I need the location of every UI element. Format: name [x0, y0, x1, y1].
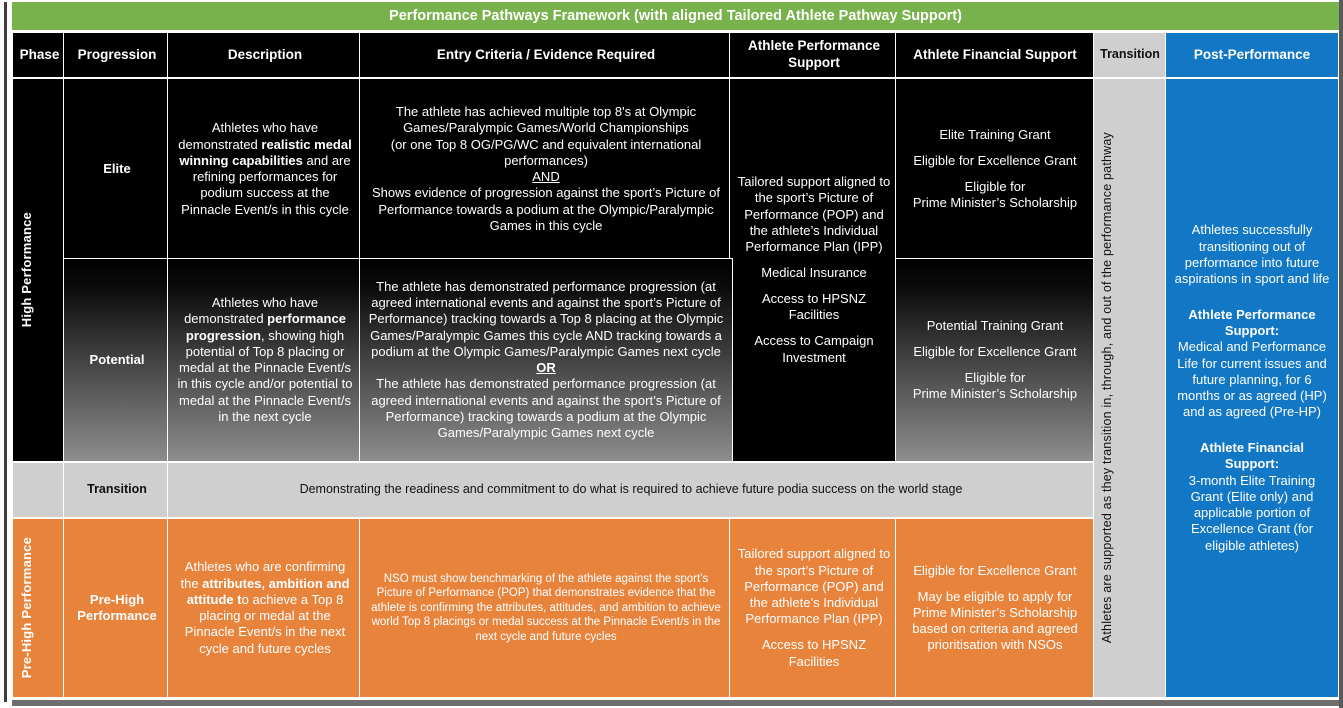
elite-criteria-line2: (or one Top 8 OG/PG/WC and equivalent in…	[390, 136, 702, 168]
potential-financial-excellence: Eligible for Excellence Grant	[913, 343, 1077, 359]
potential-criteria-line2: The athlete has demonstrated performance…	[371, 376, 721, 440]
column-header-entry-criteria: Entry Criteria / Evidence Required	[359, 32, 733, 78]
elite-criteria-conjunction: AND	[532, 169, 560, 184]
row-elite-financial-support: Elite Training Grant Eligible for Excell…	[895, 78, 1095, 260]
phase-high-performance-label: High Performance	[19, 212, 34, 328]
right-edge-shadow	[1339, 0, 1343, 708]
pre-hp-performance-support-facilities: Access to HPSNZ Facilities	[761, 637, 867, 669]
row-potential-entry-criteria: The athlete has demonstrated performance…	[359, 258, 733, 462]
transition-row-phase-spacer	[12, 462, 67, 518]
post-performance-aps-heading: Athlete Performance Support:	[1188, 306, 1316, 338]
potential-performance-support-campaign: Access to Campaign Investment	[754, 333, 874, 365]
elite-performance-support: Tailored support aligned to the sport’s …	[737, 174, 891, 255]
column-header-transition: Transition	[1093, 32, 1167, 78]
transition-column-text: Athletes are supported as they transitio…	[1100, 132, 1114, 644]
pre-hp-performance-support-tailored: Tailored support aligned to the sport’s …	[737, 546, 891, 627]
row-pre-hp-financial-support: Eligible for Excellence Grant May be eli…	[895, 518, 1095, 698]
post-performance-intro: Athletes successfully transitioning out …	[1174, 222, 1330, 286]
row-elite-description: Athletes who have demonstrated realistic…	[167, 78, 363, 260]
row-potential-progression: Potential	[63, 258, 171, 462]
pre-hp-financial-pm-scholarship: May be eligible to apply for Prime Minis…	[912, 588, 1078, 653]
elite-financial-grant: Elite Training Grant	[939, 126, 1051, 142]
bottom-edge-shadow	[12, 700, 1339, 706]
potential-financial-grant: Potential Training Grant	[926, 317, 1064, 333]
transition-row-progression: Transition	[63, 462, 171, 518]
post-performance-aps-body: Medical and Performance Life for current…	[1177, 339, 1327, 420]
row-pre-hp-progression: Pre-High Performance	[63, 518, 171, 698]
elite-financial-pm-eligible: Eligible for	[964, 178, 1026, 194]
elite-financial-pm-scholarship: Prime Minister’s Scholarship	[912, 195, 1078, 210]
column-header-athlete-performance-support: Athlete Performance Support	[729, 32, 899, 78]
pre-hp-financial-excellence: Eligible for Excellence Grant	[913, 562, 1077, 578]
row-elite-entry-criteria: The athlete has achieved multiple top 8'…	[359, 78, 733, 260]
column-header-post-performance: Post-Performance	[1165, 32, 1339, 78]
potential-financial-pm-scholarship: Prime Minister’s Scholarship	[912, 386, 1078, 401]
row-hp-performance-support: Tailored support aligned to the sport’s …	[729, 78, 899, 462]
elite-criteria-line3: Shows evidence of progression against th…	[371, 185, 721, 233]
elite-financial-excellence: Eligible for Excellence Grant	[913, 152, 1077, 168]
phase-pre-high-performance: Pre-High Performance	[12, 518, 67, 698]
phase-pre-high-performance-label: Pre-High Performance	[19, 537, 34, 679]
potential-criteria-conjunction: OR	[536, 360, 556, 375]
row-pre-hp-description: Athletes who are confirming the attribut…	[167, 518, 363, 698]
potential-performance-support-facilities: Access to HPSNZ Facilities	[761, 291, 867, 323]
potential-criteria-line1: The athlete has demonstrated performance…	[368, 278, 724, 359]
potential-performance-support-medical: Medical Insurance	[761, 265, 867, 281]
column-header-progression: Progression	[63, 32, 171, 78]
post-performance-column: Athletes successfully transitioning out …	[1165, 78, 1339, 698]
row-elite-progression: Elite	[63, 78, 171, 260]
transition-column: Athletes are supported as they transitio…	[1093, 78, 1167, 698]
row-pre-hp-entry-criteria: NSO must show benchmarking of the athlet…	[359, 518, 733, 698]
row-potential-financial-support: Potential Training Grant Eligible for Ex…	[895, 258, 1095, 462]
potential-financial-pm-eligible: Eligible for	[964, 369, 1026, 385]
transition-row-statement: Demonstrating the readiness and commitme…	[167, 462, 1095, 518]
left-edge-shadow	[4, 2, 7, 702]
framework-title: Performance Pathways Framework (with ali…	[12, 2, 1339, 30]
column-header-phase: Phase	[12, 32, 67, 78]
row-pre-hp-performance-support: Tailored support aligned to the sport’s …	[729, 518, 899, 698]
row-potential-description: Athletes who have demonstrated performan…	[167, 258, 363, 462]
column-header-athlete-financial-support: Athlete Financial Support	[895, 32, 1095, 78]
post-performance-afs-body: 3-month Elite Training Grant (Elite only…	[1188, 472, 1316, 553]
column-header-description: Description	[167, 32, 363, 78]
post-performance-afs-heading: Athlete Financial Support:	[1199, 440, 1305, 472]
elite-criteria-line1: The athlete has achieved multiple top 8'…	[395, 104, 697, 136]
phase-high-performance: High Performance	[12, 78, 67, 462]
performance-pathways-framework: Performance Pathways Framework (with ali…	[0, 0, 1343, 708]
